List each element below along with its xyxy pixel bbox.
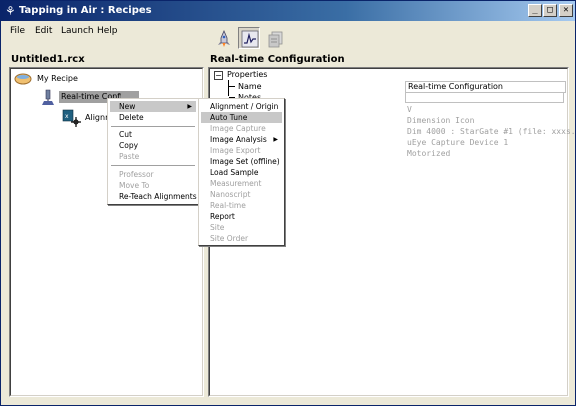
minimize-button[interactable]: _ xyxy=(528,4,542,17)
value-row: uEye Capture Device 1 xyxy=(407,138,509,147)
submenu-image-export[interactable]: Image Export xyxy=(201,145,282,156)
signal-graph-icon xyxy=(241,30,259,48)
context-menu-paste[interactable]: Paste xyxy=(110,151,196,162)
tree-item-alignment[interactable]: Alignment xyxy=(85,113,108,123)
title-bar[interactable]: ⚘ Tapping in Air : Recipes _ □ ✕ xyxy=(1,1,575,21)
context-menu-delete[interactable]: Delete xyxy=(110,112,196,123)
submenu-image-analysis[interactable]: Image Analysis ▶ xyxy=(201,134,282,145)
right-panel-title: Real-time Configuration xyxy=(210,54,345,65)
realtime-toolbar-button[interactable] xyxy=(238,27,260,49)
new-submenu: Alignment / Origin Auto Tune Image Captu… xyxy=(198,98,285,246)
menu-separator xyxy=(111,126,195,128)
value-row: Motorized xyxy=(407,149,451,158)
submenu-image-set-offline[interactable]: Image Set (offline) xyxy=(201,156,282,167)
context-menu-cut[interactable]: Cut xyxy=(110,129,196,140)
document-stack-icon xyxy=(268,31,283,48)
submenu-load-sample[interactable]: Load Sample xyxy=(201,167,282,178)
context-menu: New ▶ Delete Cut Copy Paste Professor Mov… xyxy=(107,98,199,205)
submenu-auto-tune[interactable]: Auto Tune xyxy=(201,112,282,123)
maximize-button[interactable]: □ xyxy=(543,4,557,17)
submenu-alignment-origin[interactable]: Alignment / Origin xyxy=(201,101,282,112)
submenu-measurement[interactable]: Measurement xyxy=(201,178,282,189)
submenu-report[interactable]: Report xyxy=(201,211,282,222)
properties-group-label: Properties xyxy=(227,70,268,79)
property-name: Name xyxy=(238,82,262,91)
value-row: Dim 4000 : StarGate #1 (file: xxxs... xyxy=(407,127,576,136)
menu-help[interactable]: Help xyxy=(97,25,118,37)
notes-field[interactable] xyxy=(405,92,564,103)
submenu-real-time[interactable]: Real-time xyxy=(201,200,282,211)
menu-file[interactable]: File xyxy=(10,25,25,37)
context-menu-new[interactable]: New ▶ xyxy=(110,101,196,112)
collapse-properties-icon[interactable]: − xyxy=(214,71,223,80)
microscope-icon xyxy=(42,89,54,105)
image-toolbar-button[interactable] xyxy=(264,27,286,49)
submenu-nanoscript[interactable]: Nanoscript xyxy=(201,189,282,200)
value-row: V xyxy=(407,105,412,114)
launch-toolbar-button[interactable] xyxy=(212,27,234,49)
app-icon: ⚘ xyxy=(5,4,16,18)
submenu-arrow-icon: ▶ xyxy=(187,103,192,110)
menu-bar: File Edit Launch Help xyxy=(1,22,575,40)
left-panel-title: Untitled1.rcx xyxy=(11,54,85,65)
svg-text:x: x xyxy=(65,113,69,120)
application-window: ⚘ Tapping in Air : Recipes _ □ ✕ File Ed… xyxy=(0,0,576,406)
tree-item-my-recipe[interactable]: My Recipe xyxy=(37,74,78,84)
rocket-icon xyxy=(218,30,230,47)
context-menu-professor[interactable]: Professor xyxy=(110,169,196,180)
recipe-bowl-icon xyxy=(14,73,32,85)
close-button[interactable]: ✕ xyxy=(559,4,573,17)
submenu-site-order[interactable]: Site Order xyxy=(201,233,282,244)
alignment-icon: x xyxy=(62,109,81,127)
menu-launch[interactable]: Launch xyxy=(61,25,94,37)
window-title: Tapping in Air : Recipes xyxy=(19,5,152,16)
menu-separator xyxy=(111,165,195,167)
menu-edit[interactable]: Edit xyxy=(35,25,52,37)
context-menu-reteach-alignments[interactable]: Re-Teach Alignments xyxy=(110,191,197,202)
submenu-arrow-icon: ▶ xyxy=(273,136,278,143)
value-row: Dimension Icon xyxy=(407,116,475,125)
submenu-image-capture[interactable]: Image Capture xyxy=(201,123,282,134)
submenu-site[interactable]: Site xyxy=(201,222,282,233)
context-menu-copy[interactable]: Copy xyxy=(110,140,196,151)
context-menu-move-to[interactable]: Move To xyxy=(110,180,196,191)
